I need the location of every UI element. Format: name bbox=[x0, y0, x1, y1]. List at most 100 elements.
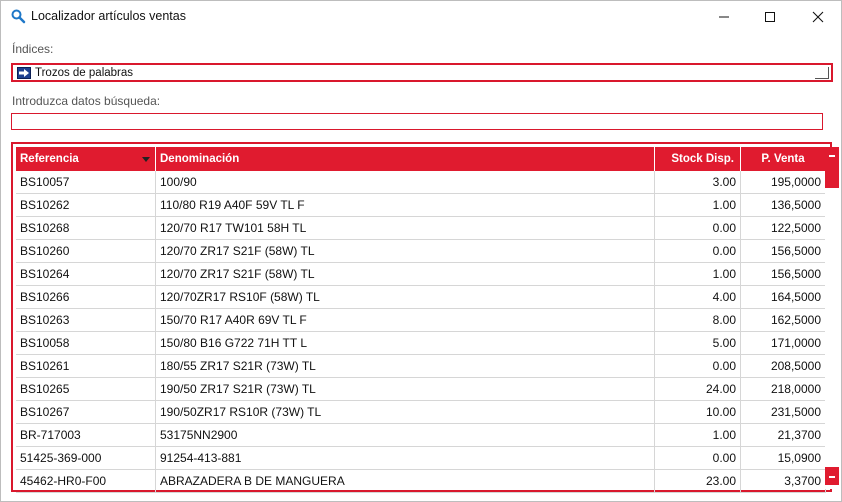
column-header-label: Referencia bbox=[20, 153, 79, 165]
column-header-stock[interactable]: Stock Disp. bbox=[655, 147, 741, 171]
cell-stock: 0.00 bbox=[655, 217, 741, 239]
cell-stock: 0.00 bbox=[655, 355, 741, 377]
cell-referencia: BS10263 bbox=[16, 309, 156, 331]
cell-stock: 1.00 bbox=[655, 194, 741, 216]
articles-grid: Referencia Denominación Stock Disp. P. V… bbox=[11, 142, 839, 493]
column-header-label: Stock Disp. bbox=[671, 153, 734, 165]
scroll-up-button[interactable] bbox=[825, 147, 839, 171]
table-row[interactable]: BR-717003 53175NN2900 1.00 21,3700 bbox=[16, 424, 826, 447]
grid-header: Referencia Denominación Stock Disp. P. V… bbox=[16, 147, 826, 171]
localizador-window: Localizador artículos ventas Índices: Tr… bbox=[0, 0, 842, 502]
indices-select[interactable]: Trozos de palabras bbox=[11, 63, 833, 82]
cell-denominacion: 150/80 B16 G722 71H TT L bbox=[156, 332, 655, 354]
cell-stock: 23.00 bbox=[655, 470, 741, 492]
cell-referencia: BS10057 bbox=[16, 171, 156, 193]
column-header-label: P. Venta bbox=[761, 153, 805, 165]
cell-precio: 21,3700 bbox=[741, 424, 826, 446]
cell-denominacion: 120/70 ZR17 S21F (58W) TL bbox=[156, 263, 655, 285]
cell-precio: 162,5000 bbox=[741, 309, 826, 331]
cell-referencia: BS10262 bbox=[16, 194, 156, 216]
cell-denominacion: 120/70ZR17 RS10F (58W) TL bbox=[156, 286, 655, 308]
search-label: Introduzca datos búsqueda: bbox=[12, 94, 161, 108]
cell-referencia: BS10267 bbox=[16, 401, 156, 423]
cell-stock: 10.00 bbox=[655, 401, 741, 423]
dropdown-handle-icon[interactable] bbox=[815, 67, 829, 79]
table-row[interactable]: BS10264 120/70 ZR17 S21F (58W) TL 1.00 156,… bbox=[16, 263, 826, 286]
column-header-precio[interactable]: P. Venta bbox=[741, 147, 826, 171]
table-row[interactable]: BS10058 150/80 B16 G722 71H TT L 5.00 171,0… bbox=[16, 332, 826, 355]
cell-denominacion: 110/80 R19 A40F 59V TL F bbox=[156, 194, 655, 216]
maximize-icon bbox=[765, 11, 775, 22]
cell-denominacion: 53175NN2900 bbox=[156, 424, 655, 446]
cell-referencia: BS10268 bbox=[16, 217, 156, 239]
scroll-up-icon bbox=[829, 155, 835, 157]
cell-denominacion: 190/50 ZR17 S21R (73W) TL bbox=[156, 378, 655, 400]
cell-denominacion: 120/70 R17 TW101 58H TL bbox=[156, 217, 655, 239]
cell-referencia: BS10264 bbox=[16, 263, 156, 285]
table-row[interactable]: BS10057 100/90 3.00 195,0000 bbox=[16, 171, 826, 194]
vertical-scrollbar[interactable] bbox=[825, 147, 839, 489]
table-row[interactable]: 45462-HR0-F00 ABRAZADERA B DE MANGUERA 23.… bbox=[16, 470, 826, 493]
table-row[interactable]: BS10265 190/50 ZR17 S21R (73W) TL 24.00 218… bbox=[16, 378, 826, 401]
cell-denominacion: 100/90 bbox=[156, 171, 655, 193]
cell-precio: 15,0900 bbox=[741, 447, 826, 469]
maximize-button[interactable] bbox=[747, 1, 793, 32]
cell-precio: 3,3700 bbox=[741, 470, 826, 492]
table-row[interactable]: BS10267 190/50ZR17 RS10R (73W) TL 10.00 231… bbox=[16, 401, 826, 424]
table-row[interactable]: BS10268 120/70 R17 TW101 58H TL 0.00 122,50… bbox=[16, 217, 826, 240]
table-row[interactable]: BS10263 150/70 R17 A40R 69V TL F 8.00 162,5… bbox=[16, 309, 826, 332]
table-row[interactable]: BS10262 110/80 R19 A40F 59V TL F 1.00 136,5… bbox=[16, 194, 826, 217]
indices-label: Índices: bbox=[12, 42, 54, 56]
cell-referencia: BS10266 bbox=[16, 286, 156, 308]
cell-denominacion: 150/70 R17 A40R 69V TL F bbox=[156, 309, 655, 331]
column-header-denominacion[interactable]: Denominación bbox=[156, 147, 655, 171]
table-row[interactable]: BS10260 120/70 ZR17 S21F (58W) TL 0.00 156,… bbox=[16, 240, 826, 263]
cell-referencia: 51425-369-000 bbox=[16, 447, 156, 469]
cell-stock: 3.00 bbox=[655, 171, 741, 193]
cell-referencia: 45462-HR0-F00 bbox=[16, 470, 156, 492]
table-row[interactable]: BS10261 180/55 ZR17 S21R (73W) TL 0.00 208,… bbox=[16, 355, 826, 378]
title-bar[interactable]: Localizador artículos ventas bbox=[1, 1, 841, 32]
cell-precio: 231,5000 bbox=[741, 401, 826, 423]
cell-precio: 136,5000 bbox=[741, 194, 826, 216]
scroll-thumb[interactable] bbox=[825, 171, 839, 188]
cell-referencia: BS10265 bbox=[16, 378, 156, 400]
column-header-referencia[interactable]: Referencia bbox=[16, 147, 156, 171]
cell-precio: 208,5000 bbox=[741, 355, 826, 377]
arrow-right-icon bbox=[17, 67, 31, 79]
cell-referencia: BS10261 bbox=[16, 355, 156, 377]
cell-stock: 4.00 bbox=[655, 286, 741, 308]
table-row[interactable]: 51425-369-000 91254-413-881 0.00 15,0900 bbox=[16, 447, 826, 470]
cell-precio: 122,5000 bbox=[741, 217, 826, 239]
cell-referencia: BR-717003 bbox=[16, 424, 156, 446]
cell-precio: 156,5000 bbox=[741, 240, 826, 262]
cell-denominacion: 91254-413-881 bbox=[156, 447, 655, 469]
cell-stock: 8.00 bbox=[655, 309, 741, 331]
column-header-label: Denominación bbox=[160, 153, 240, 165]
window-title: Localizador artículos ventas bbox=[31, 9, 186, 23]
cell-stock: 24.00 bbox=[655, 378, 741, 400]
scroll-down-button[interactable] bbox=[825, 467, 839, 485]
search-input[interactable] bbox=[11, 113, 823, 130]
cell-precio: 156,5000 bbox=[741, 263, 826, 285]
minimize-button[interactable] bbox=[701, 1, 747, 32]
cell-denominacion: 120/70 ZR17 S21F (58W) TL bbox=[156, 240, 655, 262]
cell-referencia: BS10058 bbox=[16, 332, 156, 354]
cell-stock: 1.00 bbox=[655, 263, 741, 285]
search-icon bbox=[10, 8, 26, 24]
close-icon bbox=[812, 11, 824, 22]
cell-stock: 1.00 bbox=[655, 424, 741, 446]
scroll-down-icon bbox=[829, 476, 835, 478]
minimize-icon bbox=[719, 16, 729, 17]
cell-precio: 171,0000 bbox=[741, 332, 826, 354]
cell-precio: 218,0000 bbox=[741, 378, 826, 400]
cell-referencia: BS10260 bbox=[16, 240, 156, 262]
table-row[interactable]: BS10266 120/70ZR17 RS10F (58W) TL 4.00 164,… bbox=[16, 286, 826, 309]
close-button[interactable] bbox=[795, 1, 841, 32]
cell-precio: 195,0000 bbox=[741, 171, 826, 193]
cell-stock: 5.00 bbox=[655, 332, 741, 354]
indices-value: Trozos de palabras bbox=[35, 67, 134, 79]
cell-stock: 0.00 bbox=[655, 240, 741, 262]
cell-denominacion: 190/50ZR17 RS10R (73W) TL bbox=[156, 401, 655, 423]
sort-descending-icon bbox=[142, 157, 150, 162]
